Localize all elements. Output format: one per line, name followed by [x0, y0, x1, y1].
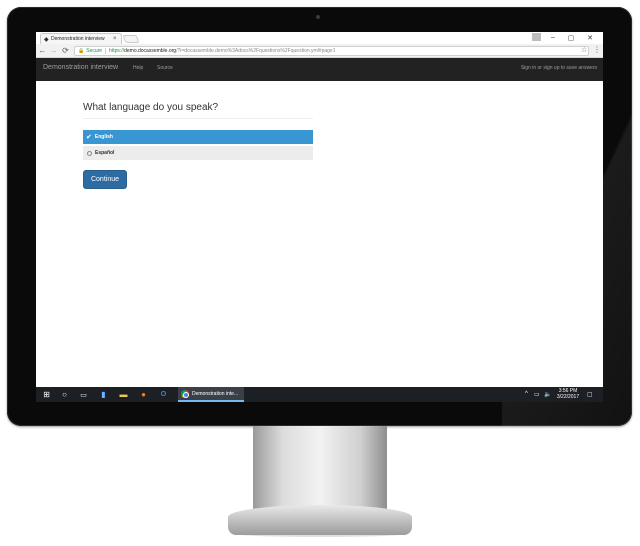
- secure-label: Secure: [86, 48, 103, 54]
- url-separator: [105, 48, 107, 54]
- monitor-frame: ◆ Demonstration interview × – ▢ ✕ ← → ⟳ …: [7, 7, 632, 426]
- maximize-button[interactable]: ▢: [563, 32, 579, 43]
- minimize-button[interactable]: –: [545, 32, 561, 43]
- lock-icon: 🔒: [78, 48, 85, 54]
- taskbar-clock[interactable]: 3:56 PM 3/22/2017: [556, 388, 580, 400]
- firefox-icon[interactable]: ●: [138, 389, 149, 400]
- file-explorer-icon[interactable]: ▬: [118, 389, 129, 400]
- taskbar-app-label: Demonstration inte...: [192, 390, 239, 397]
- clock-date: 3/22/2017: [556, 394, 580, 400]
- bookmark-star-icon[interactable]: ☆: [581, 46, 587, 54]
- windows-start-icon[interactable]: ⊞: [41, 389, 52, 400]
- continue-button[interactable]: Continue: [83, 170, 127, 189]
- browser-toolbar: ← → ⟳ 🔒 Secure https:// demo.docassemble…: [36, 44, 603, 58]
- site-navbar: Demonstration interview Help Source Sign…: [36, 58, 603, 81]
- volume-icon[interactable]: 🔈: [544, 391, 551, 398]
- url-path: /?i=docassemble.demo%3Adocs%2Fquestions%…: [176, 48, 336, 54]
- task-view-icon[interactable]: ▭: [78, 389, 89, 400]
- taskbar-chrome-app[interactable]: Demonstration inte...: [178, 387, 244, 402]
- webcam: [316, 15, 320, 19]
- address-bar[interactable]: 🔒 Secure https:// demo.docassemble.org /…: [74, 46, 589, 56]
- browser-tab[interactable]: ◆ Demonstration interview ×: [40, 33, 122, 44]
- favicon-icon: ◆: [44, 36, 49, 43]
- chrome-icon: [181, 389, 189, 398]
- radio-icon: [87, 150, 92, 156]
- question-divider: [83, 118, 313, 119]
- option-espanol[interactable]: Español: [83, 146, 313, 160]
- check-icon: ✔: [86, 134, 92, 141]
- chevron-up-icon[interactable]: ^: [525, 391, 528, 397]
- notes-app-icon[interactable]: ▮: [98, 389, 109, 400]
- reload-button[interactable]: ⟳: [61, 46, 70, 56]
- tab-title: Demonstration interview: [51, 36, 105, 42]
- nav-link-help[interactable]: Help: [133, 65, 143, 71]
- screen: ◆ Demonstration interview × – ▢ ✕ ← → ⟳ …: [36, 32, 603, 402]
- network-icon[interactable]: ▭: [534, 391, 540, 398]
- monitor-stand-neck: [253, 426, 387, 512]
- new-tab-button[interactable]: [122, 35, 140, 43]
- option-label: English: [94, 134, 113, 140]
- monitor-stand-base: [228, 505, 412, 535]
- navbar-brand[interactable]: Demonstration interview: [43, 64, 118, 71]
- profile-icon[interactable]: [532, 33, 541, 41]
- url-scheme: https://: [109, 48, 125, 54]
- browser-tab-bar: ◆ Demonstration interview × – ▢ ✕: [36, 32, 603, 44]
- search-circle-icon[interactable]: ○: [59, 389, 70, 400]
- windows-taskbar: ⊞ ○ ▭ ▮ ▬ ● O Demonstration inte... ^ ▭ …: [36, 387, 603, 402]
- close-window-button[interactable]: ✕: [582, 32, 598, 43]
- browser-menu-icon[interactable]: ⋮: [593, 45, 601, 54]
- question-heading: What language do you speak?: [83, 102, 219, 113]
- notification-icon[interactable]: ▢: [587, 391, 593, 398]
- signin-link[interactable]: Sign in or sign up to save answers: [521, 65, 597, 71]
- outlook-icon[interactable]: O: [158, 389, 169, 400]
- url-host: demo.docassemble.org: [124, 48, 177, 54]
- nav-link-source[interactable]: Source: [157, 65, 173, 71]
- forward-button[interactable]: →: [49, 46, 58, 56]
- back-button[interactable]: ←: [38, 46, 47, 56]
- tab-close-icon[interactable]: ×: [113, 36, 118, 42]
- option-label: Español: [95, 150, 115, 156]
- option-english[interactable]: ✔ English: [83, 130, 313, 144]
